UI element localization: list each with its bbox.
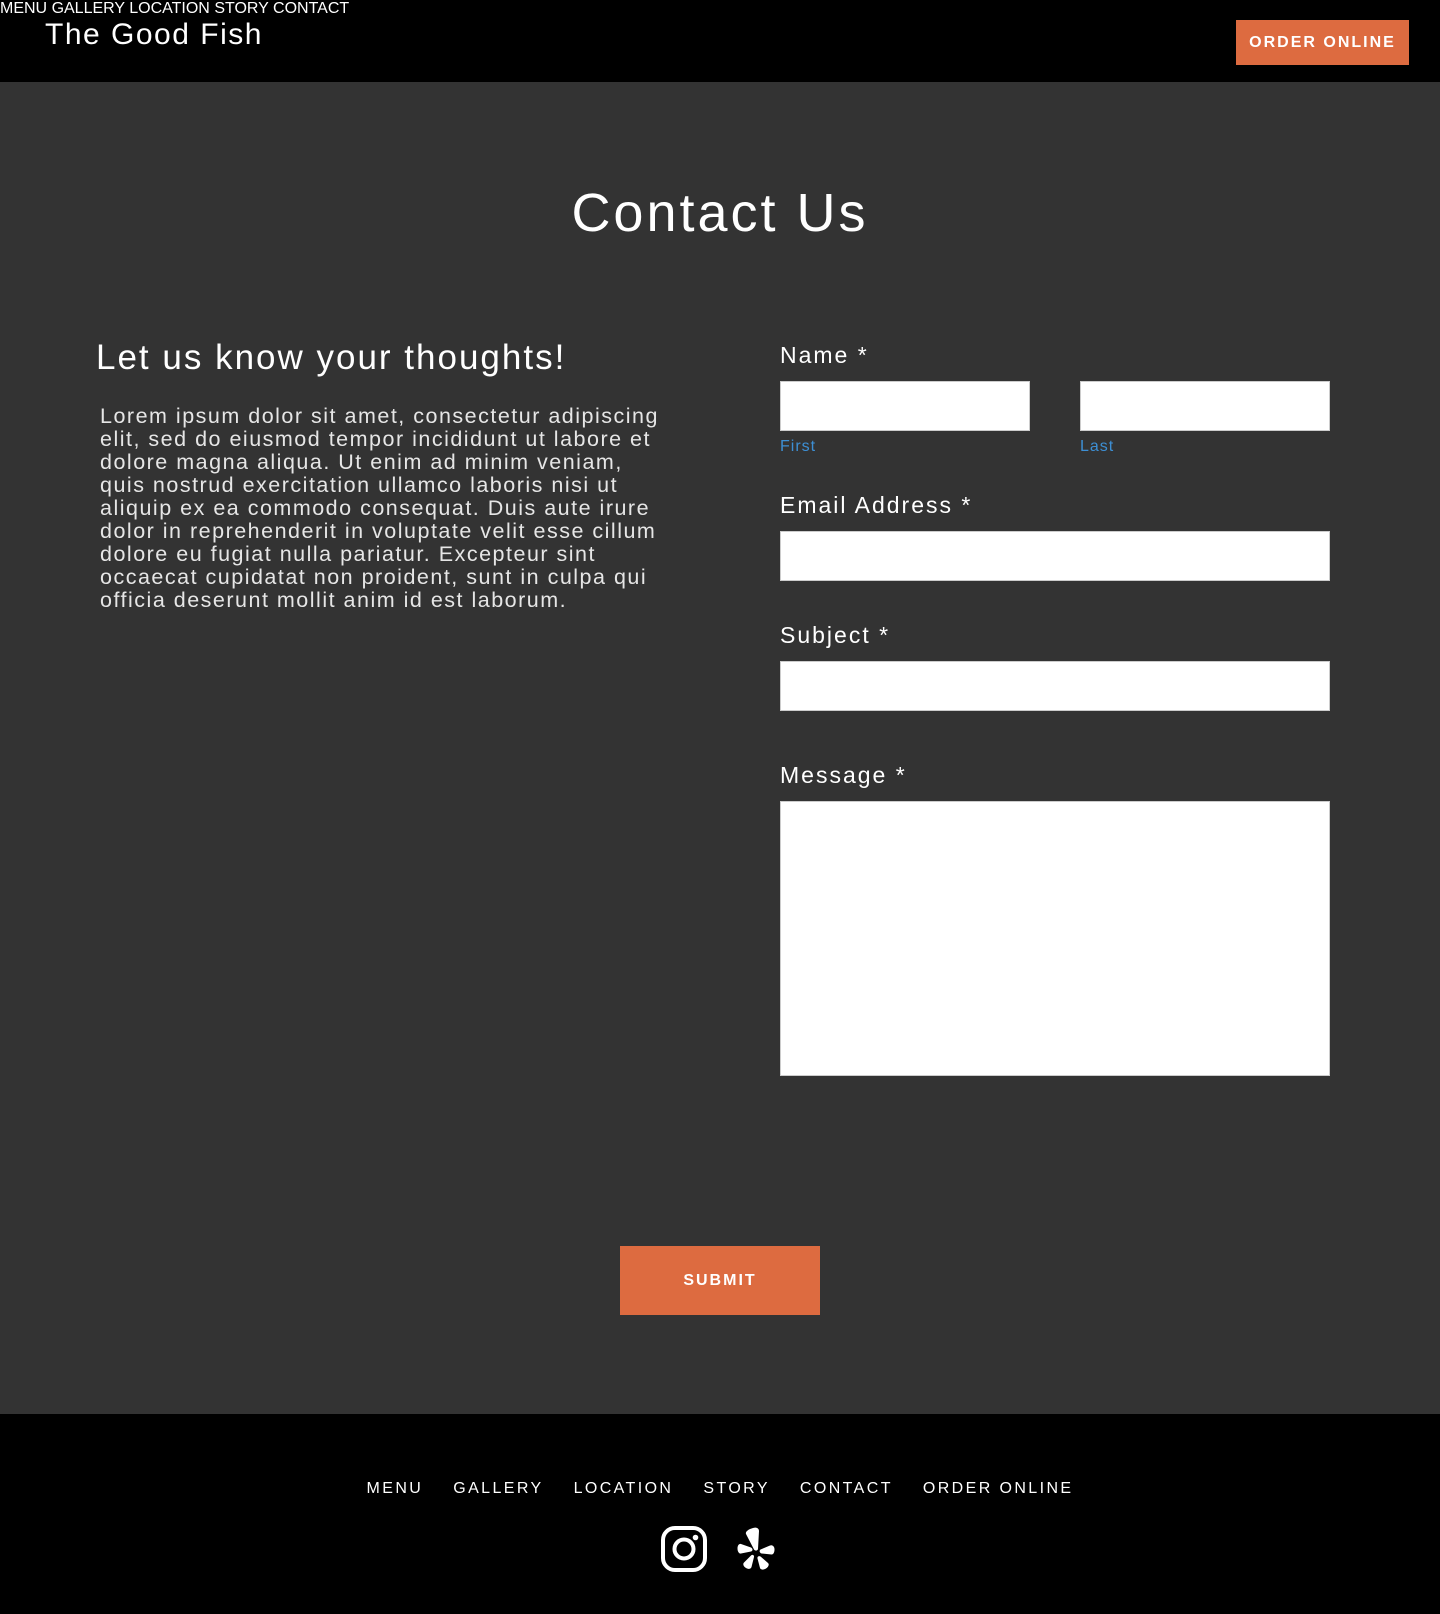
submit-button[interactable]: SUBMIT: [620, 1246, 820, 1315]
email-label: Email Address *: [780, 492, 973, 518]
footer-link-menu[interactable]: MENU: [367, 1480, 424, 1498]
intro-body: Lorem ipsum dolor sit amet, consectetur …: [100, 404, 659, 612]
name-label: Name *: [780, 342, 869, 368]
last-name-input[interactable]: [1080, 381, 1330, 431]
first-name-sublabel: First: [780, 438, 817, 455]
nav-link-gallery[interactable]: GALLERY: [52, 0, 125, 17]
top-nav: MENU GALLERY LOCATION STORY CONTACT: [0, 0, 1440, 18]
order-online-button[interactable]: ORDER ONLINE: [1236, 20, 1409, 65]
first-name-input[interactable]: [780, 381, 1030, 431]
nav-link-location[interactable]: LOCATION: [129, 0, 210, 17]
footer-link-contact[interactable]: CONTACT: [800, 1480, 893, 1498]
footer-link-story[interactable]: STORY: [703, 1480, 770, 1498]
nav-link-story[interactable]: STORY: [214, 0, 268, 17]
brand-logo-text[interactable]: The Good Fish: [45, 18, 263, 52]
message-label: Message *: [780, 762, 907, 788]
last-name-sublabel: Last: [1080, 438, 1115, 455]
footer-link-gallery[interactable]: GALLERY: [453, 1480, 543, 1498]
nav-link-menu[interactable]: MENU: [0, 0, 47, 17]
email-input[interactable]: [780, 531, 1330, 581]
nav-link-contact[interactable]: CONTACT: [273, 0, 349, 17]
instagram-icon[interactable]: [660, 1525, 708, 1573]
intro-heading: Let us know your thoughts!: [96, 338, 567, 377]
page-title: Contact Us: [571, 183, 869, 243]
site-header: The Good Fish MENU GALLERY LOCATION STOR…: [0, 0, 1440, 82]
subject-input[interactable]: [780, 661, 1330, 711]
site-footer: MENU GALLERY LOCATION STORY CONTACT ORDE…: [0, 1414, 1440, 1614]
social-links: [0, 1525, 1440, 1573]
yelp-icon[interactable]: [732, 1525, 780, 1573]
footer-link-order-online[interactable]: ORDER ONLINE: [923, 1480, 1074, 1498]
footer-nav: MENU GALLERY LOCATION STORY CONTACT ORDE…: [0, 1480, 1440, 1498]
message-textarea[interactable]: [780, 801, 1330, 1076]
subject-label: Subject *: [780, 622, 891, 648]
footer-link-location[interactable]: LOCATION: [574, 1480, 674, 1498]
